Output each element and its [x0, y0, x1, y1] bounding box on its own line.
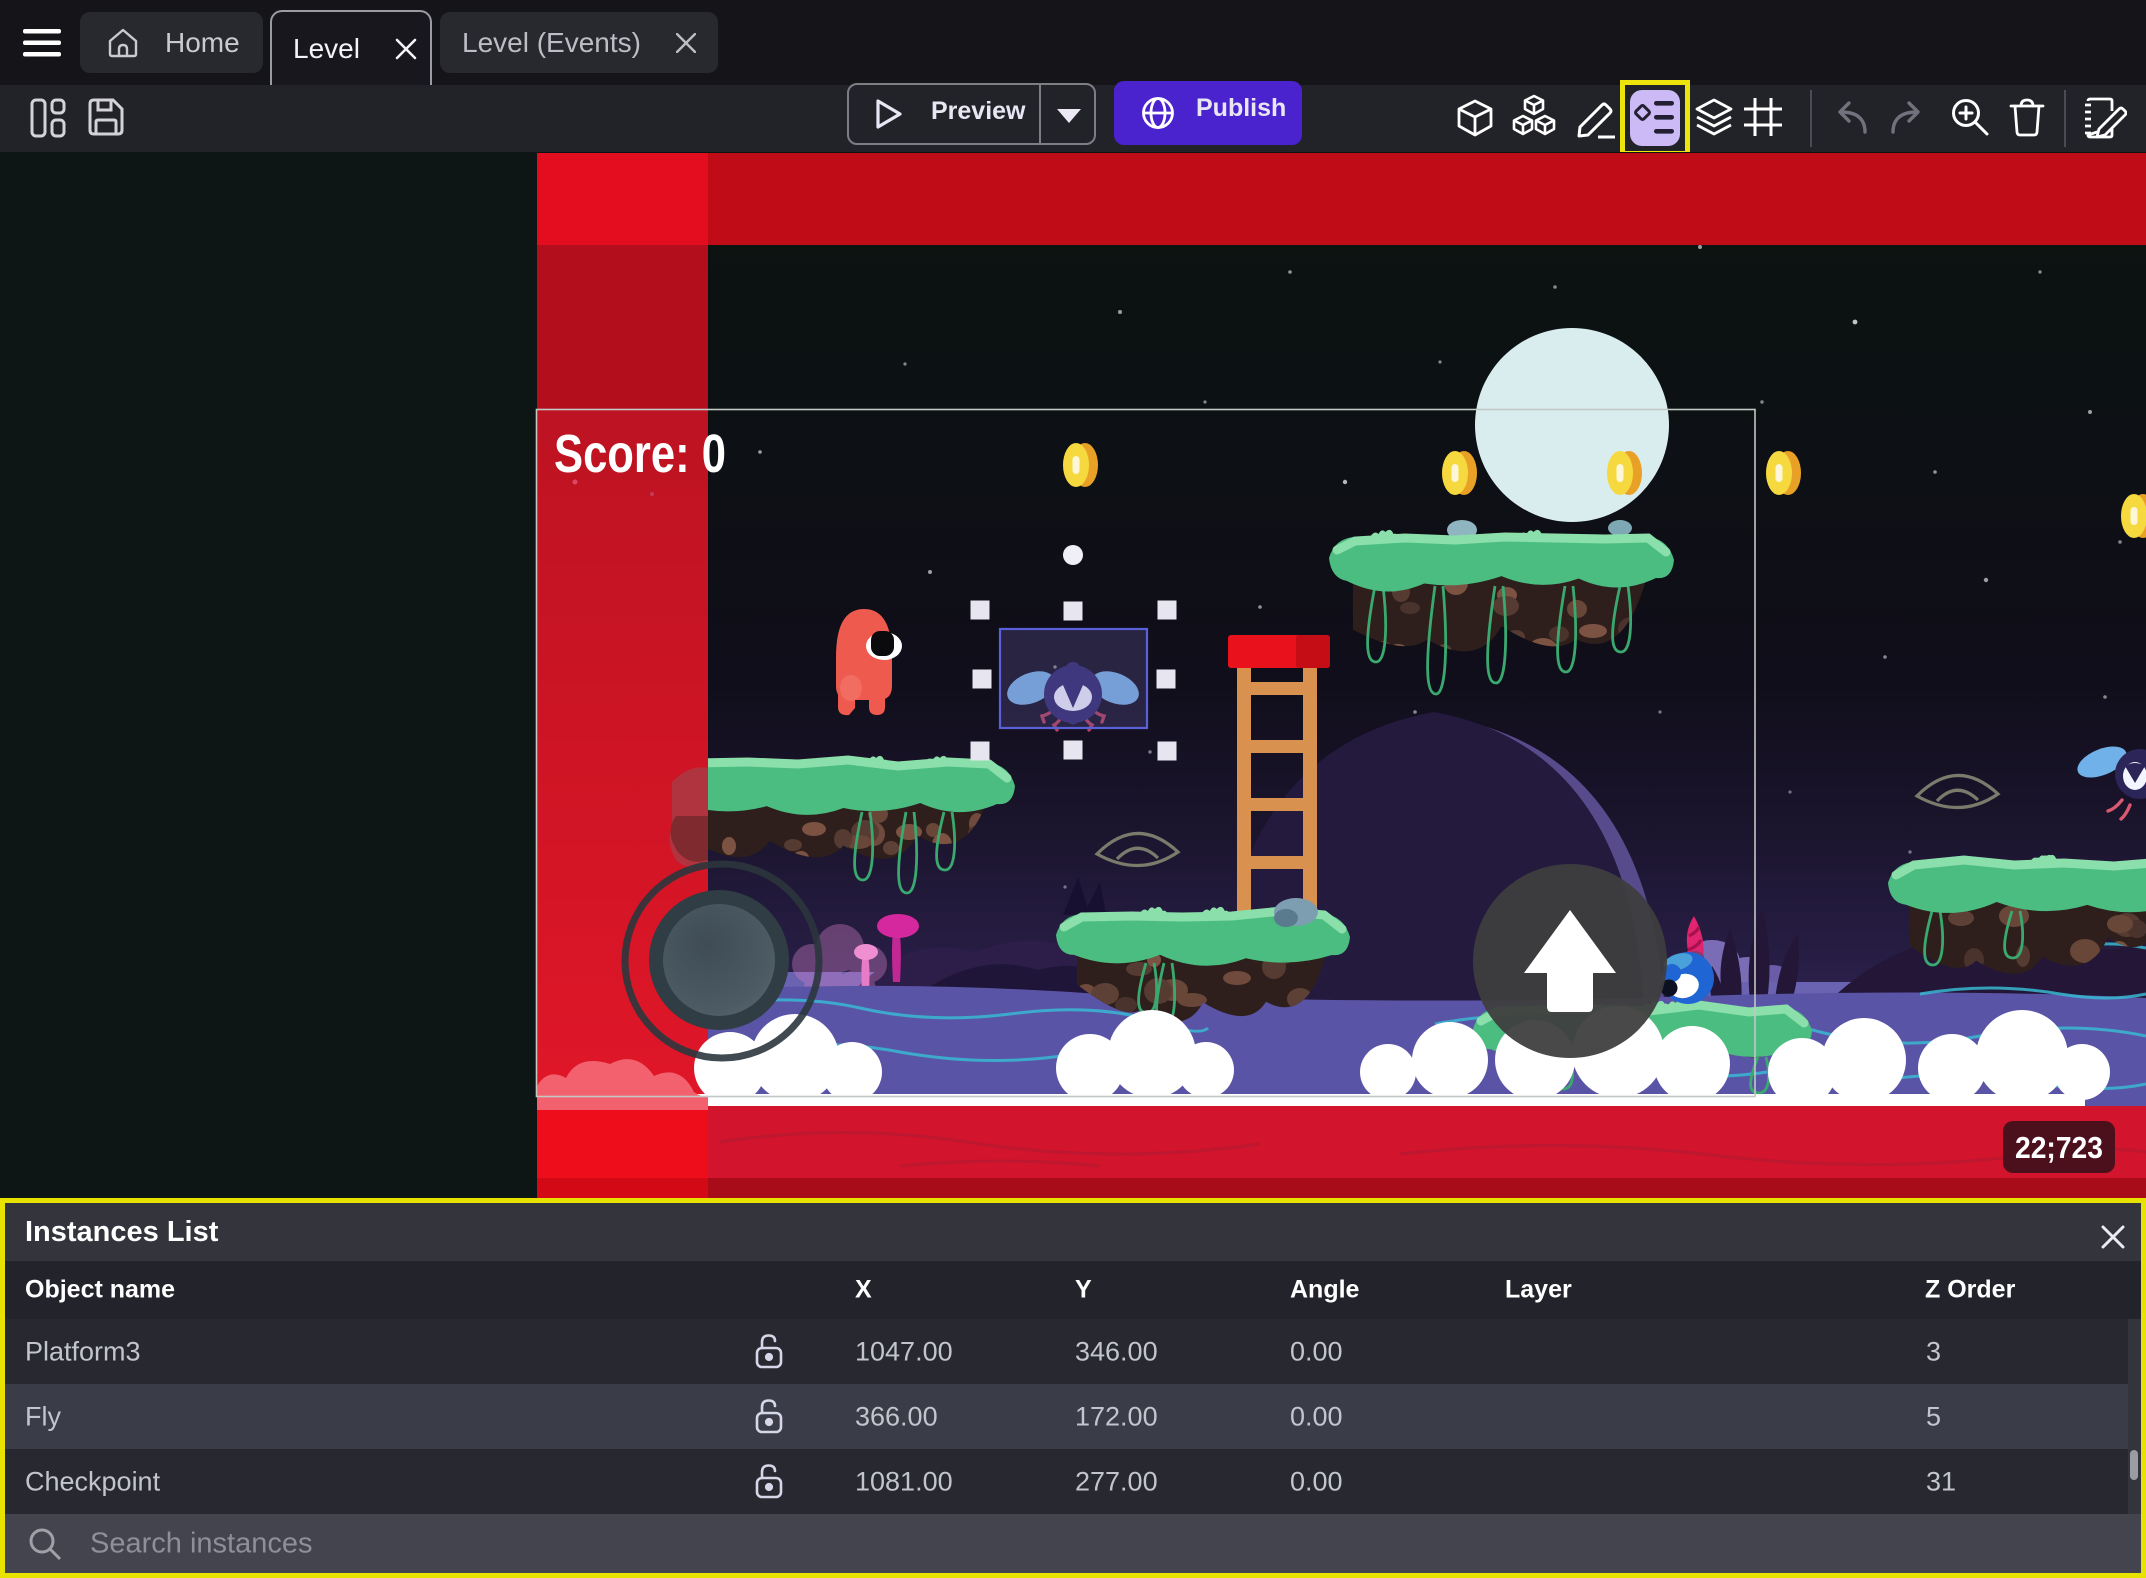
svg-text:22;723: 22;723: [2015, 1130, 2103, 1165]
svg-text:Score: 0: Score: 0: [554, 424, 726, 484]
